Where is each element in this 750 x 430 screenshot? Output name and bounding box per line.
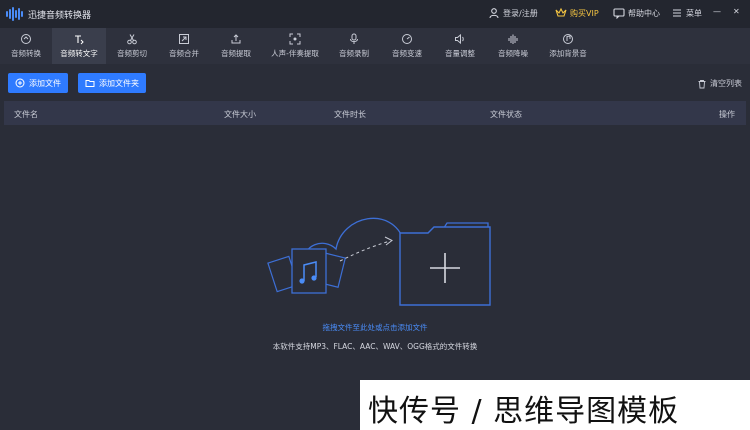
app-logo-icon: [6, 7, 24, 21]
column-file-status: 文件状态: [490, 110, 522, 119]
minimize-button[interactable]: —: [713, 7, 721, 16]
tab-label: 音频剪切: [117, 49, 147, 58]
drop-hint-link[interactable]: 拖拽文件至此处或点击添加文件: [4, 322, 746, 333]
tab-audio-extract[interactable]: 音频提取: [210, 28, 262, 64]
column-file-duration: 文件时长: [334, 110, 366, 119]
speed-icon: [402, 34, 412, 44]
voice-extract-icon: [289, 33, 301, 45]
tab-label: 音频降噪: [498, 49, 528, 58]
clear-list-label: 清空列表: [710, 79, 742, 88]
close-button[interactable]: ✕: [733, 7, 740, 16]
tab-audio-speed[interactable]: 音频变速: [380, 28, 434, 64]
minimize-icon: —: [713, 7, 721, 16]
microphone-icon: [350, 33, 358, 44]
menu-icon: [673, 9, 681, 17]
chat-icon: [613, 8, 625, 19]
tab-audio-cut[interactable]: 音频剪切: [106, 28, 158, 64]
tab-label: 音频转文字: [60, 49, 98, 58]
tab-label: 音频合并: [169, 49, 199, 58]
tab-audio-convert[interactable]: 音频转换: [0, 28, 52, 64]
refresh-icon: [21, 34, 31, 44]
music-files-icon: [267, 248, 347, 294]
add-file-label: 添加文件: [29, 78, 61, 88]
add-file-button[interactable]: 添加文件: [8, 73, 68, 93]
plus-circle-icon: [15, 78, 25, 88]
help-label: 帮助中心: [628, 8, 660, 18]
column-file-name: 文件名: [14, 110, 38, 119]
tab-voice-accompaniment-extract[interactable]: 人声-伴奏提取: [262, 28, 328, 64]
file-table-header: 文件名 文件大小 文件时长 文件状态 操作: [4, 101, 746, 125]
buy-vip-button[interactable]: 购买VIP: [555, 7, 599, 19]
upload-icon: [231, 34, 241, 44]
audio-to-text-icon: [75, 35, 84, 45]
tab-audio-denoise[interactable]: 音频降噪: [486, 28, 540, 64]
folder-icon: [85, 80, 95, 87]
column-actions: 操作: [719, 110, 735, 119]
volume-icon: [455, 33, 464, 45]
login-button[interactable]: 登录/注册: [488, 7, 538, 19]
watermark-text: 快传号 / 思维导图模板: [368, 394, 680, 429]
feature-tabs: 音频转换 音频转文字 音频剪切 音频合并 音频提取 人声-伴奏提取 音频录制 音…: [0, 28, 750, 64]
tab-label: 音频录制: [339, 49, 369, 58]
app-title: 迅捷音频转换器: [28, 11, 92, 21]
drop-illustration: [267, 217, 491, 306]
denoise-icon: [508, 34, 518, 44]
tab-audio-to-text[interactable]: 音频转文字: [52, 28, 106, 64]
background-music-icon: [563, 34, 573, 44]
arrow-icon: [339, 240, 391, 262]
tab-audio-record[interactable]: 音频录制: [328, 28, 380, 64]
tab-add-background-music[interactable]: 添加背景音: [540, 28, 596, 64]
tab-label: 人声-伴奏提取: [271, 49, 319, 58]
close-icon: ✕: [733, 7, 740, 16]
title-bar: 迅捷音频转换器 登录/注册 购买VIP 帮助中心 菜单 — ✕: [0, 0, 750, 28]
add-folder-button[interactable]: 添加文件夹: [78, 73, 146, 93]
tab-volume-adjust[interactable]: 音量调整: [434, 28, 486, 64]
vip-crown-icon: [555, 7, 567, 17]
tab-label: 音频变速: [392, 49, 422, 58]
clear-list-button[interactable]: 清空列表: [697, 78, 742, 89]
tab-label: 音量调整: [445, 49, 475, 58]
tab-label: 添加背景音: [549, 49, 587, 58]
login-label: 登录/注册: [503, 8, 538, 18]
help-center-button[interactable]: 帮助中心: [613, 7, 660, 19]
user-icon: [489, 8, 499, 19]
tab-label: 音频提取: [221, 49, 251, 58]
menu-label: 菜单: [686, 8, 702, 18]
folder-add-icon: [399, 222, 491, 306]
vip-label: 购买VIP: [570, 8, 599, 18]
scissors-icon: [127, 34, 137, 45]
add-folder-label: 添加文件夹: [99, 78, 139, 88]
trash-icon: [698, 79, 706, 88]
merge-icon: [179, 34, 189, 44]
supported-formats-text: 本软件支持MP3、FLAC、AAC、WAV、OGG格式的文件转换: [272, 342, 478, 351]
tab-label: 音频转换: [11, 49, 41, 58]
menu-button[interactable]: 菜单: [671, 7, 702, 19]
tab-audio-merge[interactable]: 音频合并: [158, 28, 210, 64]
column-file-size: 文件大小: [224, 110, 256, 119]
